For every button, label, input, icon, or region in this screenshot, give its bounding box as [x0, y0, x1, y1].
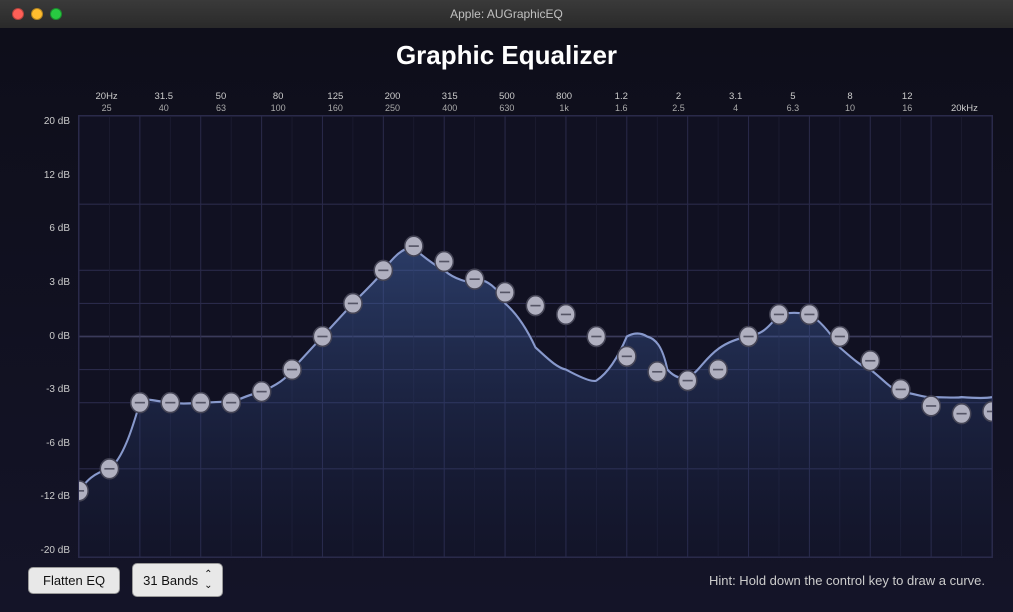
eq-grid[interactable]	[78, 115, 993, 558]
chart-area: 20 dB 12 dB 6 dB 3 dB 0 dB -3 dB -6 dB -12 dB -2…	[20, 115, 993, 558]
close-button[interactable]	[12, 8, 24, 20]
db-labels: 20 dB 12 dB 6 dB 3 dB 0 dB -3 dB -6 dB -12 dB -2…	[20, 115, 78, 558]
db-label: 0 dB	[20, 332, 70, 342]
freq-label: 1.21.6	[593, 91, 650, 115]
freq-label: 500630	[478, 91, 535, 115]
freq-label: 80100	[250, 91, 307, 115]
freq-label: 20kHz	[936, 103, 993, 115]
freq-labels: 20Hz2531.5405063801001251602002503154005…	[20, 79, 993, 115]
freq-label: 5063	[192, 91, 249, 115]
freq-label: 810	[821, 91, 878, 115]
eq-area: 20Hz2531.5405063801001251602002503154005…	[20, 79, 993, 558]
db-label: -6 dB	[20, 439, 70, 449]
db-label: 6 dB	[20, 224, 70, 234]
freq-label: 315400	[421, 91, 478, 115]
hint-text: Hint: Hold down the control key to draw …	[709, 573, 985, 588]
bands-selector-button[interactable]: 31 Bands ⌃⌄	[132, 563, 223, 597]
bands-label: 31 Bands	[143, 573, 198, 588]
freq-label: 200250	[364, 91, 421, 115]
bands-chevron-icon: ⌃⌄	[204, 569, 212, 591]
freq-label: 8001k	[536, 91, 593, 115]
maximize-button[interactable]	[50, 8, 62, 20]
main-content: Graphic Equalizer 20Hz2531.5405063801001…	[0, 28, 1013, 612]
db-label: -12 dB	[20, 492, 70, 502]
db-label: 12 dB	[20, 171, 70, 181]
freq-label: 125160	[307, 91, 364, 115]
bottom-bar: Flatten EQ 31 Bands ⌃⌄ Hint: Hold down t…	[20, 558, 993, 602]
freq-label: 22.5	[650, 91, 707, 115]
flatten-eq-button[interactable]: Flatten EQ	[28, 567, 120, 594]
title-bar-label: Apple: AUGraphicEQ	[450, 7, 563, 21]
freq-label: 31.540	[135, 91, 192, 115]
minimize-button[interactable]	[31, 8, 43, 20]
freq-label: 3.14	[707, 91, 764, 115]
eq-title: Graphic Equalizer	[20, 28, 993, 79]
freq-label: 20Hz25	[78, 91, 135, 115]
title-bar: Apple: AUGraphicEQ	[0, 0, 1013, 28]
db-label: -3 dB	[20, 385, 70, 395]
db-label: -20 dB	[20, 546, 70, 556]
db-label: 3 dB	[20, 278, 70, 288]
freq-label: 56.3	[764, 91, 821, 115]
freq-label: 1216	[879, 91, 936, 115]
window-controls	[12, 8, 62, 20]
db-label: 20 dB	[20, 117, 70, 127]
